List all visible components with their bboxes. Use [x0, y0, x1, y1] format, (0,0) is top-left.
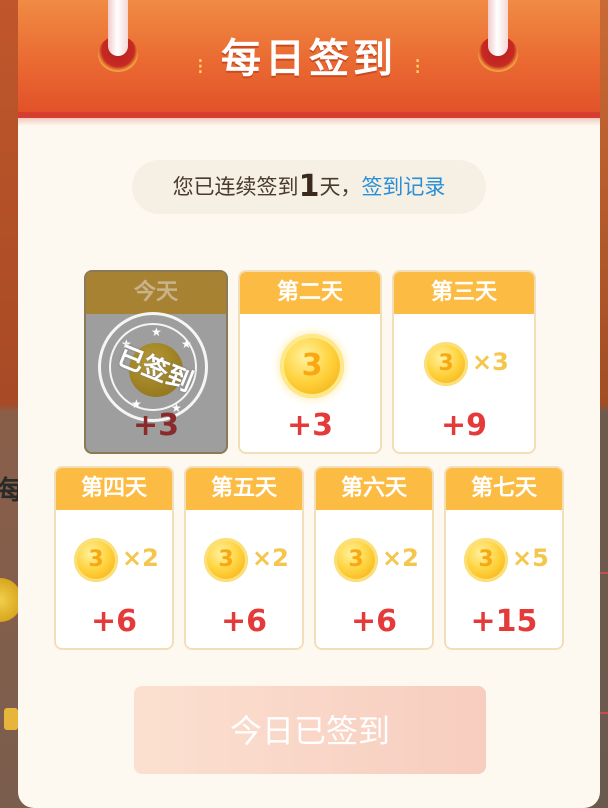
coin-icon: 3: [334, 538, 378, 582]
streak-suffix: 天，: [319, 175, 362, 199]
coin-icon: 3: [280, 334, 344, 398]
day-label: 第六天: [316, 468, 432, 510]
day-card-2: 第二天 3 +3: [238, 270, 382, 454]
coin-icon: 3: [74, 538, 118, 582]
coin-icon: 3: [204, 538, 248, 582]
sign-in-modal: ⁝ 每日签到 ⁝ 您已连续签到1天，签到记录 今天 ★ ★ ★ ★ ★ 已签到 …: [18, 0, 600, 808]
day-points: +6: [90, 604, 137, 639]
coin-multiplier: ×2: [122, 544, 159, 572]
coin-multiplier: ×3: [472, 348, 509, 376]
modal-title: 每日签到: [221, 36, 397, 82]
signed-today-button[interactable]: 今日已签到: [134, 686, 486, 774]
day-card-6: 第六天 3 ×2 +6: [314, 466, 434, 650]
day-label: 第三天: [394, 272, 534, 314]
background-gift-icon: [4, 708, 18, 730]
coin-multiplier: ×2: [252, 544, 289, 572]
signed-stamp: ★ ★ ★ ★ ★ 已签到: [98, 312, 208, 422]
day-points: +6: [220, 604, 267, 639]
streak-banner: 您已连续签到1天，签到记录: [132, 160, 486, 214]
day-points: +3: [286, 408, 333, 443]
coin-icon: 3: [424, 342, 468, 386]
day-points: +6: [350, 604, 397, 639]
coin-multiplier: ×5: [512, 544, 549, 572]
day-points: +3: [132, 408, 179, 443]
streak-prefix: 您已连续签到: [172, 175, 299, 199]
star-icon: ★: [181, 337, 192, 351]
day-label: 今天: [86, 272, 226, 314]
header-shadow: [18, 118, 600, 126]
sign-in-history-link[interactable]: 签到记录: [361, 175, 445, 199]
coin-multiplier: ×2: [382, 544, 419, 572]
day-label: 第五天: [186, 468, 302, 510]
day-card-today: 今天 ★ ★ ★ ★ ★ 已签到 +3: [84, 270, 228, 454]
coin-icon: 3: [464, 538, 508, 582]
day-label: 第四天: [56, 468, 172, 510]
title-row: ⁝ 每日签到 ⁝: [18, 26, 600, 84]
day-label: 第二天: [240, 272, 380, 314]
day-card-7: 第七天 3 ×5 +15: [444, 466, 564, 650]
day-card-4: 第四天 3 ×2 +6: [54, 466, 174, 650]
day-points: +9: [440, 408, 487, 443]
day-card-5: 第五天 3 ×2 +6: [184, 466, 304, 650]
day-card-3: 第三天 3 ×3 +9: [392, 270, 536, 454]
star-icon: ★: [151, 325, 162, 339]
day-points: +15: [470, 604, 538, 639]
sparkle-icon: ⁝: [196, 55, 204, 80]
day-label: 第七天: [446, 468, 562, 510]
streak-count: 1: [298, 169, 320, 204]
sparkle-icon: ⁝: [414, 55, 422, 80]
